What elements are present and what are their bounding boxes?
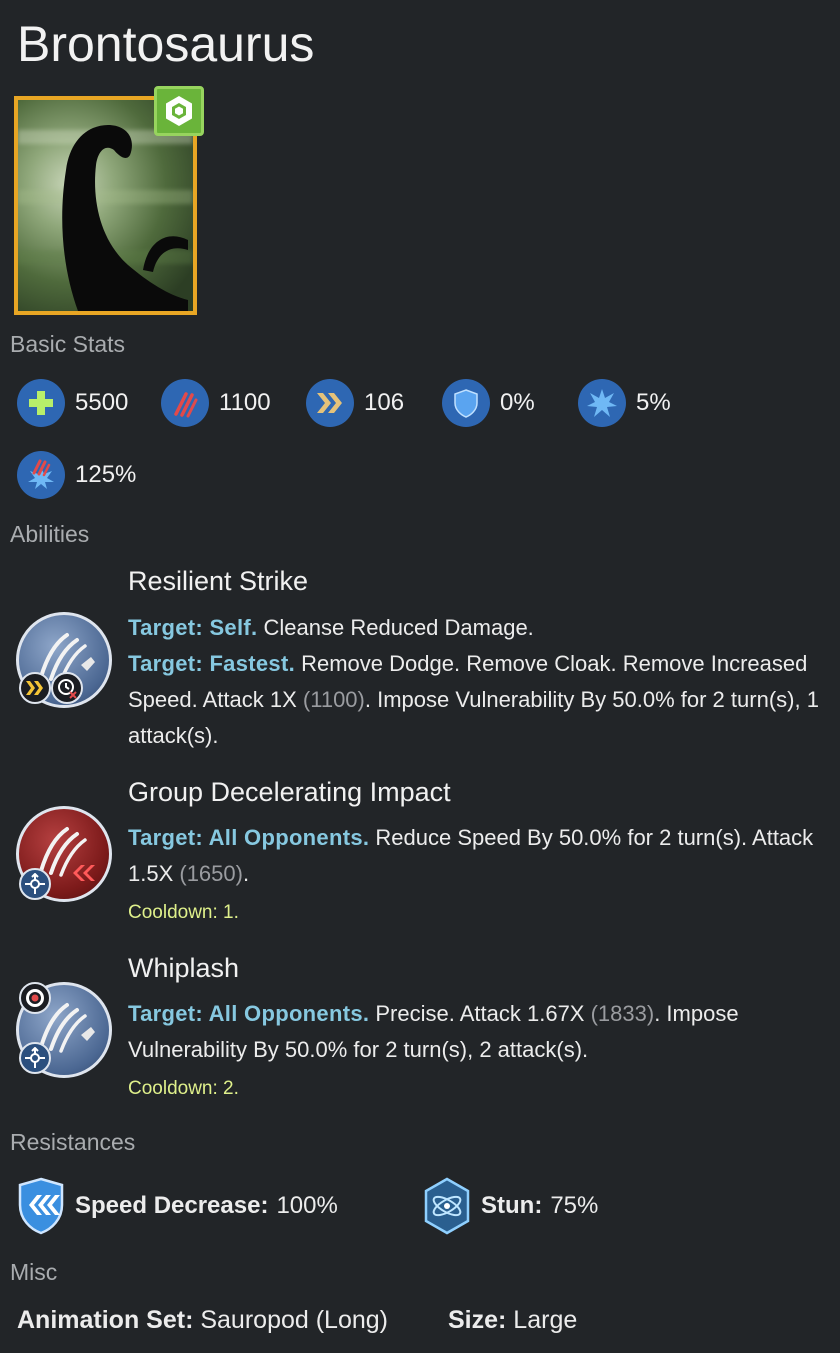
resistance-stun: Stun: 75% (423, 1177, 598, 1235)
resistances-heading: Resistances (10, 1129, 136, 1155)
ability-description: Target: All Opponents. Reduce Speed By 5… (128, 820, 834, 892)
basic-stats-heading: Basic Stats (10, 331, 126, 357)
ability-effect: . (242, 861, 250, 886)
ability-line: Target: Self. Cleanse Reduced Damage. (128, 610, 834, 646)
speed-up-mini-icon (19, 672, 51, 704)
ability-damage-value: (1833) (590, 1001, 655, 1026)
ability-line: Target: All Opponents. Reduce Speed By 5… (128, 820, 834, 892)
animation-set-value: Sauropod (Long) (193, 1306, 388, 1334)
stat-health: 5500 (17, 379, 128, 427)
resistance-speed-decrease: Speed Decrease: 100% (17, 1177, 338, 1235)
chevrons-icon (306, 379, 354, 427)
ability-effect: Precise. Attack 1.67X (369, 1001, 591, 1026)
hexagon-icon (166, 96, 192, 126)
claw-icon (161, 379, 209, 427)
ability-icon-whiplash[interactable] (16, 982, 112, 1078)
ability-damage-value: (1100) (302, 687, 365, 712)
resistance-value: 100% (276, 1192, 338, 1219)
ability-description: Target: All Opponents. Precise. Attack 1… (128, 996, 834, 1068)
stun-icon (424, 1177, 470, 1235)
ability-line: Target: Fastest. Remove Dodge. Remove Cl… (128, 646, 834, 754)
size-value: Large (506, 1306, 578, 1334)
shield-icon (442, 379, 490, 427)
ability-name: Whiplash (128, 953, 240, 983)
claw-burst-icon (17, 451, 65, 499)
group-target-mini-icon (19, 1042, 51, 1074)
size-label: Size: (448, 1306, 507, 1334)
misc-size-row: Size: Large (448, 1306, 577, 1335)
page-title: Brontosaurus (17, 16, 315, 72)
resistance-label: Stun: (481, 1192, 543, 1219)
ability-name: Resilient Strike (128, 566, 309, 596)
critical-multiplier-value: 125% (75, 461, 137, 488)
ability-effect: Cleanse Reduced Damage. (257, 615, 534, 640)
ability-target: Target: Self. (128, 615, 258, 640)
rarity-badge (154, 86, 204, 136)
ability-target: Target: All Opponents. (128, 1001, 370, 1026)
animation-set-label: Animation Set: (17, 1306, 194, 1334)
plus-icon (17, 379, 65, 427)
stat-armor: 0% (442, 379, 535, 427)
remove-cloak-mini-icon (51, 672, 83, 704)
ability-icon-group-decelerating-impact[interactable] (16, 806, 112, 902)
health-value: 5500 (75, 389, 129, 416)
abilities-heading: Abilities (10, 521, 90, 547)
speed-decrease-shield-icon (18, 1177, 64, 1235)
speed-value: 106 (364, 389, 405, 416)
stat-critical-chance: 5% (578, 379, 671, 427)
stat-damage: 1100 (161, 379, 271, 427)
ability-icon-resilient-strike[interactable] (16, 612, 112, 708)
critical-chance-value: 5% (636, 389, 671, 416)
burst-icon (578, 379, 626, 427)
ability-cooldown: Cooldown: 1. (128, 902, 239, 923)
resistance-value: 75% (550, 1192, 599, 1219)
stat-critical-multiplier: 125% (17, 451, 136, 499)
armor-value: 0% (500, 389, 535, 416)
ability-name: Group Decelerating Impact (128, 777, 451, 807)
ability-description: Target: Self. Cleanse Reduced Damage. Ta… (128, 610, 834, 754)
damage-value: 1100 (219, 389, 271, 416)
ability-line: Target: All Opponents. Precise. Attack 1… (128, 996, 834, 1068)
misc-heading: Misc (10, 1259, 58, 1285)
ability-target: Target: Fastest. (128, 651, 295, 676)
ability-target: Target: All Opponents. (128, 825, 370, 850)
ability-damage-value: (1650) (179, 861, 243, 886)
group-target-mini-icon (19, 868, 51, 900)
stat-speed: 106 (306, 379, 404, 427)
resistance-label: Speed Decrease: (75, 1192, 269, 1219)
ability-cooldown: Cooldown: 2. (128, 1078, 239, 1099)
misc-row: Animation Set: Sauropod (Long) (17, 1306, 388, 1335)
precise-target-mini-icon (19, 982, 51, 1014)
